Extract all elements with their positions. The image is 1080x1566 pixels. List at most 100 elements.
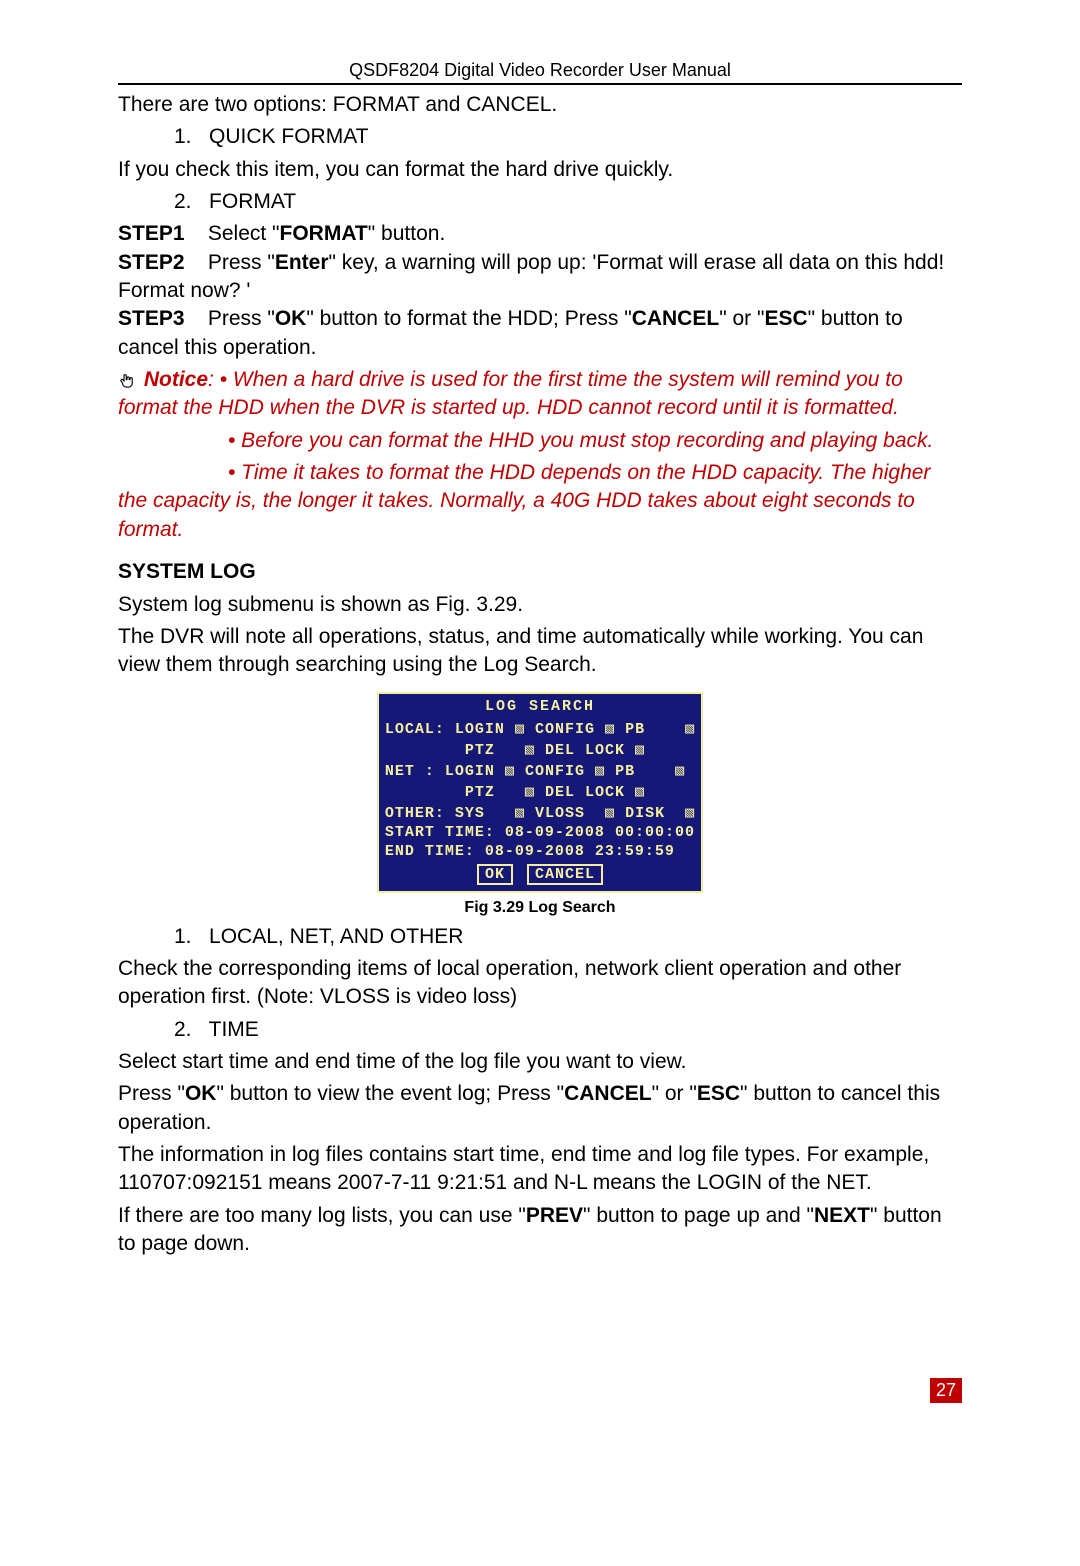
notice-label: Notice: [144, 368, 208, 391]
dvr-row-local2: PTZ ▧ DEL LOCK ▧: [385, 740, 695, 759]
dvr-row-label: NET :: [385, 763, 435, 780]
dvr-start-label: START TIME:: [385, 824, 495, 841]
dvr-start-value[interactable]: 08-09-2008 00:00:00: [505, 824, 695, 841]
checkbox-icon[interactable]: ▧: [685, 805, 695, 822]
step2: STEP2 Press "Enter" key, a warning will …: [118, 249, 962, 306]
page: QSDF8204 Digital Video Recorder User Man…: [0, 0, 1080, 1433]
page-number: 27: [930, 1378, 962, 1403]
notice-line1: : • When a hard drive is used for the fi…: [118, 368, 903, 419]
checkbox-icon[interactable]: ▧: [675, 763, 685, 780]
dvr-row-label: LOCAL:: [385, 721, 445, 738]
page-number-wrap: 27: [118, 1378, 962, 1403]
step1-text-b: " button.: [368, 222, 446, 245]
checkbox-icon[interactable]: ▧: [635, 742, 645, 759]
list-label: LOCAL, NET, AND OTHER: [209, 925, 463, 948]
log-p3-bold1: OK: [185, 1082, 217, 1105]
checkbox-icon[interactable]: ▧: [505, 763, 515, 780]
dvr-opt-config[interactable]: CONFIG: [535, 721, 595, 738]
step1-label: STEP1: [118, 220, 202, 248]
log-p5: If there are too many log lists, you can…: [118, 1202, 962, 1259]
dvr-opt-login[interactable]: LOGIN: [455, 721, 505, 738]
system-log-p2: The DVR will note all operations, status…: [118, 623, 962, 680]
log-item2-desc: Select start time and end time of the lo…: [118, 1048, 962, 1076]
dvr-opt-ptz[interactable]: PTZ: [465, 742, 495, 759]
log-p5-b: " button to page up and ": [583, 1204, 814, 1227]
dvr-row-local: LOCAL: LOGIN ▧ CONFIG ▧ PB ▧: [385, 719, 695, 738]
list-number: 2.: [174, 190, 192, 213]
list-label: TIME: [209, 1018, 259, 1041]
list-label: FORMAT: [209, 190, 296, 213]
intro-text: There are two options: FORMAT and CANCEL…: [118, 91, 962, 119]
dvr-opt-dellock[interactable]: DEL LOCK: [545, 742, 625, 759]
dvr-end-time: END TIME: 08-09-2008 23:59:59: [385, 843, 695, 860]
dvr-opt-sys[interactable]: SYS: [455, 805, 485, 822]
step1-bold: FORMAT: [280, 222, 368, 245]
log-p3-b: " button to view the event log; Press ": [216, 1082, 564, 1105]
dvr-opt-config[interactable]: CONFIG: [525, 763, 585, 780]
step3-text-b: " button to format the HDD; Press ": [306, 307, 631, 330]
checkbox-icon[interactable]: ▧: [605, 805, 615, 822]
hand-pointer-icon: [118, 372, 136, 390]
step3: STEP3 Press "OK" button to format the HD…: [118, 305, 962, 362]
checkbox-icon[interactable]: ▧: [595, 763, 605, 780]
system-log-p1: System log submenu is shown as Fig. 3.29…: [118, 591, 962, 619]
log-p5-bold1: PREV: [526, 1204, 583, 1227]
checkbox-icon[interactable]: ▧: [635, 784, 645, 801]
dvr-opt-pb[interactable]: PB: [615, 763, 635, 780]
log-p3-a: Press ": [118, 1082, 185, 1105]
dvr-row-net2: PTZ ▧ DEL LOCK ▧: [385, 782, 695, 801]
step1-text-a: Select ": [208, 222, 280, 245]
checkbox-icon[interactable]: ▧: [515, 805, 525, 822]
step3-bold3: ESC: [764, 307, 807, 330]
list-number: 2.: [174, 1018, 192, 1041]
step2-label: STEP2: [118, 249, 202, 277]
dvr-start-time: START TIME: 08-09-2008 00:00:00: [385, 824, 695, 841]
dvr-opt-login[interactable]: LOGIN: [445, 763, 495, 780]
log-item1-desc: Check the corresponding items of local o…: [118, 955, 962, 1012]
log-item2-heading: 2. TIME: [118, 1016, 962, 1044]
checkbox-icon[interactable]: ▧: [515, 721, 525, 738]
step3-bold1: OK: [275, 307, 307, 330]
notice-line3-wrap: • Time it takes to format the HDD depend…: [118, 459, 962, 544]
notice-block: Notice: • When a hard drive is used for …: [118, 366, 962, 423]
checkbox-icon[interactable]: ▧: [525, 742, 535, 759]
log-search-figure: LOG SEARCH LOCAL: LOGIN ▧ CONFIG ▧ PB ▧ …: [118, 692, 962, 917]
list-label: QUICK FORMAT: [209, 125, 368, 148]
dvr-opt-dellock[interactable]: DEL LOCK: [545, 784, 625, 801]
dvr-end-label: END TIME:: [385, 843, 475, 860]
log-p5-bold2: NEXT: [814, 1204, 870, 1227]
notice-line2: • Before you can format the HHD you must…: [118, 427, 962, 455]
step2-text-a: Press ": [208, 251, 275, 274]
dvr-opt-disk[interactable]: DISK: [625, 805, 665, 822]
log-p3-c: " or ": [652, 1082, 697, 1105]
step3-label: STEP3: [118, 305, 202, 333]
step3-text-a: Press ": [208, 307, 275, 330]
log-p4: The information in log files contains st…: [118, 1141, 962, 1198]
dvr-opt-pb[interactable]: PB: [625, 721, 645, 738]
dvr-opt-vloss[interactable]: VLOSS: [535, 805, 585, 822]
dvr-end-value[interactable]: 08-09-2008 23:59:59: [485, 843, 675, 860]
step2-bold: Enter: [275, 251, 329, 274]
dvr-buttons: OK CANCEL: [385, 864, 695, 885]
dvr-row-other: OTHER: SYS ▧ VLOSS ▧ DISK ▧: [385, 803, 695, 822]
ok-button[interactable]: OK: [477, 864, 513, 885]
quick-format-heading: 1. QUICK FORMAT: [118, 123, 962, 151]
header-rule: [118, 83, 962, 85]
log-p5-a: If there are too many log lists, you can…: [118, 1204, 526, 1227]
checkbox-icon[interactable]: ▧: [605, 721, 615, 738]
list-number: 1.: [174, 125, 192, 148]
page-header: QSDF8204 Digital Video Recorder User Man…: [118, 60, 962, 81]
system-log-heading: SYSTEM LOG: [118, 558, 962, 586]
checkbox-icon[interactable]: ▧: [525, 784, 535, 801]
dvr-opt-ptz[interactable]: PTZ: [465, 784, 495, 801]
log-p3-bold3: ESC: [697, 1082, 740, 1105]
step3-text-c: " or ": [719, 307, 764, 330]
checkbox-icon[interactable]: ▧: [685, 721, 695, 738]
cancel-button[interactable]: CANCEL: [527, 864, 603, 885]
log-item1-heading: 1. LOCAL, NET, AND OTHER: [118, 923, 962, 951]
dvr-log-search-panel: LOG SEARCH LOCAL: LOGIN ▧ CONFIG ▧ PB ▧ …: [377, 692, 703, 893]
list-number: 1.: [174, 925, 192, 948]
step1: STEP1 Select "FORMAT" button.: [118, 220, 962, 248]
figure-caption: Fig 3.29 Log Search: [118, 899, 962, 917]
dvr-title: LOG SEARCH: [385, 698, 695, 715]
